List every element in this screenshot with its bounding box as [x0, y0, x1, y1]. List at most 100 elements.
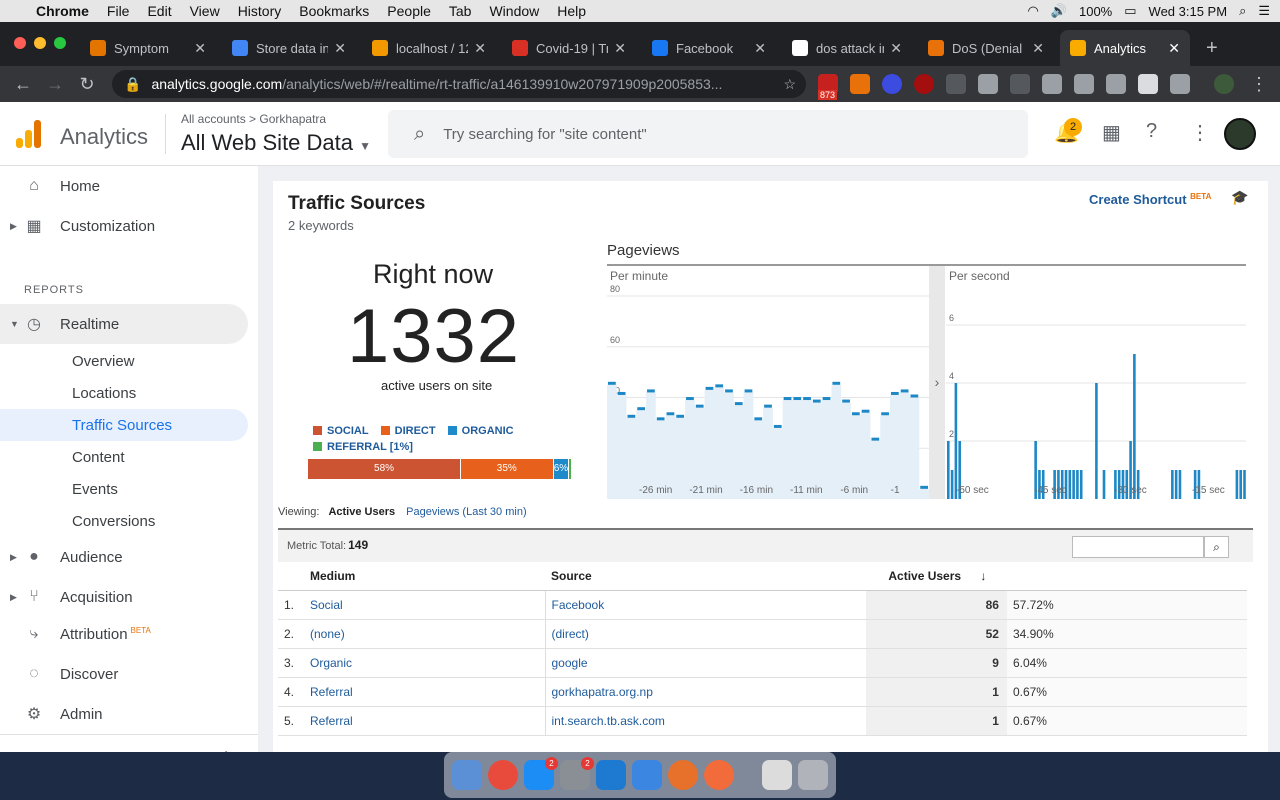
sidebar-subitem-content[interactable]: Content [0, 441, 248, 473]
app-store-icon[interactable]: 2 [524, 757, 558, 790]
chrome-icon[interactable] [488, 760, 518, 790]
close-tab-icon[interactable]: ✕ [474, 40, 486, 57]
app-icon[interactable] [668, 760, 698, 790]
sidebar-item-discover[interactable]: ◌ Discover [0, 654, 248, 694]
zoom-window-button[interactable] [54, 37, 66, 49]
tab-facebook[interactable]: Facebook ✕ [642, 30, 776, 66]
extension-icon[interactable] [850, 74, 870, 94]
extension-icon[interactable] [1010, 74, 1030, 94]
menu-view[interactable]: View [190, 3, 220, 19]
sidebar-subitem-conversions[interactable]: Conversions [0, 505, 248, 537]
tab-localhost-12[interactable]: localhost / 12 ✕ [362, 30, 496, 66]
cell-medium[interactable]: Referral [304, 706, 545, 736]
menu-people[interactable]: People [387, 3, 431, 19]
bookmark-star-icon[interactable]: ☆ [783, 76, 796, 93]
menu-window[interactable]: Window [489, 3, 539, 19]
address-bar[interactable]: 🔒 analytics.google.com /analytics/web/#/… [112, 70, 806, 98]
sidebar-item-acquisition[interactable]: ▶ ⑂ Acquisition [0, 577, 248, 617]
user-avatar[interactable] [1224, 118, 1256, 150]
lock-icon[interactable]: 🔒 [124, 76, 141, 93]
close-tab-icon[interactable]: ✕ [614, 40, 626, 57]
sidebar-subitem-locations[interactable]: Locations [0, 377, 248, 409]
cell-source[interactable]: int.search.tb.ask.com [544, 706, 867, 736]
extension-icon[interactable] [1106, 74, 1126, 94]
table-header-active-users[interactable]: Active Users ↓ [866, 562, 1247, 591]
forward-icon[interactable]: → [46, 74, 64, 95]
back-icon[interactable]: ← [14, 74, 32, 95]
cell-medium[interactable]: Referral [304, 677, 545, 707]
document-icon[interactable] [762, 760, 792, 790]
table-header-source[interactable]: Source [545, 562, 867, 591]
extension-icon[interactable] [1074, 74, 1094, 94]
analytics-logo-icon[interactable] [16, 120, 43, 148]
close-window-button[interactable] [14, 37, 26, 49]
tab-dos-denial-o[interactable]: DoS (Denial o ✕ [918, 30, 1054, 66]
sidebar-item-realtime[interactable]: ▼ ◷ Realtime [0, 304, 248, 344]
minimize-window-button[interactable] [34, 37, 46, 49]
cell-source[interactable]: google [544, 648, 867, 678]
menu-tab[interactable]: Tab [449, 3, 472, 19]
tab-dos-attack-in[interactable]: dos attack in ✕ [782, 30, 912, 66]
sidebar-item-attribution[interactable]: ⤷ Attribution BETA [0, 614, 248, 654]
cell-source[interactable]: (direct) [544, 619, 867, 649]
system-preferences-icon[interactable]: 2 [560, 757, 594, 790]
control-menu-icon[interactable]: ☰ [1258, 3, 1270, 19]
cell-medium[interactable]: (none) [304, 619, 545, 649]
spotlight-icon[interactable]: ⌕ [1239, 3, 1246, 19]
battery-percent[interactable]: 100% [1079, 4, 1112, 19]
table-header-medium[interactable]: Medium [304, 562, 545, 591]
apps-grid-icon[interactable]: ▦ [1102, 120, 1121, 145]
cell-medium[interactable]: Social [304, 590, 545, 620]
extension-icon[interactable] [882, 74, 902, 94]
menu-help[interactable]: Help [557, 3, 586, 19]
tab-analytics[interactable]: Analytics ✕ [1060, 30, 1190, 66]
cell-source[interactable]: gorkhapatra.org.np [544, 677, 867, 707]
extension-icon[interactable] [1138, 74, 1158, 94]
view-pageviews-link[interactable]: Pageviews (Last 30 min) [406, 506, 526, 518]
more-vert-icon[interactable]: ⋮ [1190, 120, 1210, 145]
sidebar-item-audience[interactable]: ▶ ● Audience [0, 537, 248, 577]
search-icon[interactable]: ⌕ [1204, 536, 1229, 558]
vscode-icon[interactable] [596, 760, 626, 790]
view-active-users[interactable]: Active Users [328, 506, 395, 518]
close-tab-icon[interactable]: ✕ [194, 40, 206, 57]
sidebar-item-home[interactable]: ⌂ Home [0, 166, 248, 206]
create-shortcut-link[interactable]: Create Shortcut BETA [1089, 192, 1211, 207]
volume-icon[interactable]: 🔊 [1051, 3, 1067, 19]
close-tab-icon[interactable]: ✕ [1032, 40, 1044, 57]
profile-avatar[interactable] [1214, 74, 1234, 94]
menu-edit[interactable]: Edit [147, 3, 171, 19]
extension-icon[interactable] [1042, 74, 1062, 94]
cell-medium[interactable]: Organic [304, 648, 545, 678]
search-field[interactable]: ⌕ Try searching for "site content" [388, 110, 1028, 158]
close-tab-icon[interactable]: ✕ [1168, 40, 1180, 57]
menu-file[interactable]: File [107, 3, 130, 19]
sidebar-subitem-events[interactable]: Events [0, 473, 248, 505]
sidebar-item-admin[interactable]: ⚙ Admin [0, 694, 248, 734]
tab-store-data-in[interactable]: Store data in ✕ [222, 30, 356, 66]
menu-app[interactable]: Chrome [36, 3, 89, 19]
view-selector[interactable]: All Web Site Data ▼ [181, 130, 371, 156]
tab-covid-19-tr[interactable]: Covid-19 | Tr ✕ [502, 30, 636, 66]
help-icon[interactable]: ? [1146, 120, 1157, 143]
trash-icon[interactable] [798, 760, 828, 790]
account-breadcrumb[interactable]: All accounts > Gorkhapatra [181, 112, 326, 126]
collapse-sidebar-icon[interactable]: ‹ [222, 744, 228, 752]
brand-name[interactable]: Analytics [60, 124, 148, 150]
menu-history[interactable]: History [238, 3, 282, 19]
extension-icon[interactable] [946, 74, 966, 94]
table-filter-input[interactable] [1072, 536, 1204, 558]
sidebar-subitem-traffic-sources[interactable]: Traffic Sources [0, 409, 248, 441]
new-tab-button[interactable]: + [1206, 37, 1218, 60]
extension-icon[interactable] [978, 74, 998, 94]
extension-icon[interactable] [1170, 74, 1190, 94]
battery-icon[interactable]: ▭ [1124, 3, 1136, 19]
cell-source[interactable]: Facebook [544, 590, 867, 620]
tab-symptom[interactable]: Symptom ✕ [80, 30, 216, 66]
wifi-icon[interactable]: ◠ [1027, 3, 1038, 19]
sidebar-subitem-overview[interactable]: Overview [0, 345, 248, 377]
postman-icon[interactable] [704, 760, 734, 790]
reload-icon[interactable]: ↻ [78, 74, 96, 95]
chrome-menu-icon[interactable]: ⋮ [1250, 74, 1268, 95]
menu-bookmarks[interactable]: Bookmarks [299, 3, 369, 19]
